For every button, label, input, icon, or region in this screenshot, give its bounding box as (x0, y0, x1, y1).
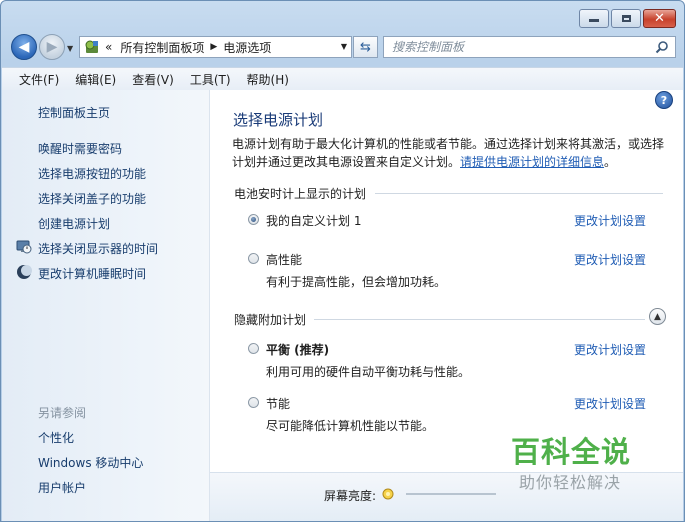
address-overflow-chevron[interactable]: « (105, 40, 112, 54)
help-icon[interactable]: ? (655, 91, 673, 109)
back-button[interactable]: ◀ (11, 34, 37, 60)
close-icon: ✕ (654, 11, 665, 26)
display-timer-icon (16, 240, 32, 254)
see-also-user-accounts[interactable]: 用户帐户 (38, 479, 86, 496)
forward-arrow-icon: ▶ (46, 39, 58, 55)
sidebar-link-create-plan[interactable]: 创建电源计划 (38, 215, 110, 232)
plan-radio[interactable] (248, 343, 259, 354)
minimize-icon (589, 19, 599, 22)
watermark-logo: 百科全说 助你轻松解决 (511, 429, 661, 499)
see-also-mobility-center[interactable]: Windows 移动中心 (38, 454, 143, 471)
sidebar-link-lid-close[interactable]: 选择关闭盖子的功能 (38, 190, 146, 207)
page-description: 电源计划有助于最大化计算机的性能或者节能。通过选择计划来将其激活，或选择计划并通… (232, 135, 672, 171)
brightness-slider[interactable] (406, 493, 496, 495)
breadcrumb-all-items[interactable]: 所有控制面板项 (120, 39, 204, 56)
plan-radio[interactable] (248, 397, 259, 408)
navigation-bar: ◀ ▶ ▼ « 所有控制面板项 ▶ 电源选项 ▼ ⇆ (1, 31, 684, 65)
search-box[interactable] (383, 36, 676, 58)
change-plan-settings-link[interactable]: 更改计划设置 (574, 251, 646, 268)
menu-view[interactable]: 查看(V) (124, 71, 182, 88)
sleep-moon-icon (17, 265, 32, 279)
description-end: 。 (604, 155, 617, 169)
menu-edit[interactable]: 编辑(E) (67, 71, 124, 88)
plan-name: 节能 (266, 397, 291, 411)
plan-description: 有利于提高性能，但会增加功耗。 (266, 275, 447, 289)
sidebar-home-link[interactable]: 控制面板主页 (38, 104, 110, 121)
search-icon[interactable] (655, 40, 669, 54)
plan-description: 尽可能降低计算机性能以节能。 (266, 419, 435, 433)
change-plan-settings-link[interactable]: 更改计划设置 (574, 212, 646, 229)
breadcrumb-power-options[interactable]: 电源选项 (223, 39, 271, 56)
maximize-button[interactable] (611, 9, 641, 28)
see-also-personalization[interactable]: 个性化 (38, 429, 74, 446)
hidden-plans-group-title: 隐藏附加计划 (234, 313, 307, 327)
address-bar[interactable]: « 所有控制面板项 ▶ 电源选项 ▼ (79, 36, 352, 58)
title-bar: ✕ (1, 1, 684, 31)
chevron-up-icon: ▲ (654, 311, 661, 322)
plan-description: 利用可用的硬件自动平衡功耗与性能。 (266, 365, 471, 379)
collapse-hidden-plans-button[interactable]: ▲ (649, 308, 666, 325)
brightness-sun-icon (382, 488, 394, 500)
watermark-subtitle: 助你轻松解决 (519, 473, 622, 492)
sidebar-link-wake-password[interactable]: 唤醒时需要密码 (38, 140, 122, 157)
page-title: 选择电源计划 (233, 111, 324, 129)
close-button[interactable]: ✕ (643, 9, 676, 28)
sidebar: 控制面板主页 唤醒时需要密码 选择电源按钮的功能 选择关闭盖子的功能 创建电源计… (2, 90, 210, 521)
minimize-button[interactable] (579, 9, 609, 28)
plan-name: 平衡 (推荐) (266, 343, 330, 357)
search-input[interactable] (392, 39, 642, 55)
watermark-title: 百科全说 (511, 435, 632, 469)
refresh-icon: ⇆ (360, 39, 371, 55)
control-panel-window: ✕ ◀ ▶ ▼ « 所有控制面板项 ▶ 电源选项 ▼ ⇆ 搜索控制面板 文件(F… (0, 0, 685, 522)
plan-radio-checked[interactable] (248, 214, 259, 225)
plan-radio[interactable] (248, 253, 259, 264)
group-divider (314, 319, 645, 320)
battery-plans-group-title: 电池安时计上显示的计划 (234, 187, 367, 201)
see-also-heading: 另请参阅 (38, 406, 87, 420)
plan-name: 高性能 (266, 253, 303, 267)
sidebar-link-power-button[interactable]: 选择电源按钮的功能 (38, 165, 146, 182)
menu-file[interactable]: 文件(F) (2, 71, 67, 88)
back-arrow-icon: ◀ (18, 39, 30, 55)
refresh-button[interactable]: ⇆ (353, 36, 378, 58)
plan-name: 我的自定义计划 1 (266, 214, 362, 228)
sidebar-link-sleep-time[interactable]: 更改计算机睡眠时间 (38, 265, 146, 282)
plan-details-link[interactable]: 请提供电源计划的详细信息 (460, 155, 604, 169)
history-dropdown-icon[interactable]: ▼ (67, 44, 73, 53)
group-divider (375, 193, 663, 194)
menu-help[interactable]: 帮助(H) (239, 71, 297, 88)
breadcrumb-separator-icon[interactable]: ▶ (210, 42, 217, 52)
forward-button[interactable]: ▶ (39, 34, 65, 60)
control-panel-icon (83, 39, 101, 55)
change-plan-settings-link[interactable]: 更改计划设置 (574, 395, 646, 412)
menu-tools[interactable]: 工具(T) (182, 71, 239, 88)
change-plan-settings-link[interactable]: 更改计划设置 (574, 341, 646, 358)
sidebar-link-display-timeout[interactable]: 选择关闭显示器的时间 (38, 240, 158, 257)
brightness-label: 屏幕亮度: (324, 489, 377, 503)
maximize-icon (621, 15, 631, 22)
menu-bar: 文件(F) 编辑(E) 查看(V) 工具(T) 帮助(H) (2, 67, 683, 91)
address-dropdown-icon[interactable]: ▼ (341, 42, 347, 51)
